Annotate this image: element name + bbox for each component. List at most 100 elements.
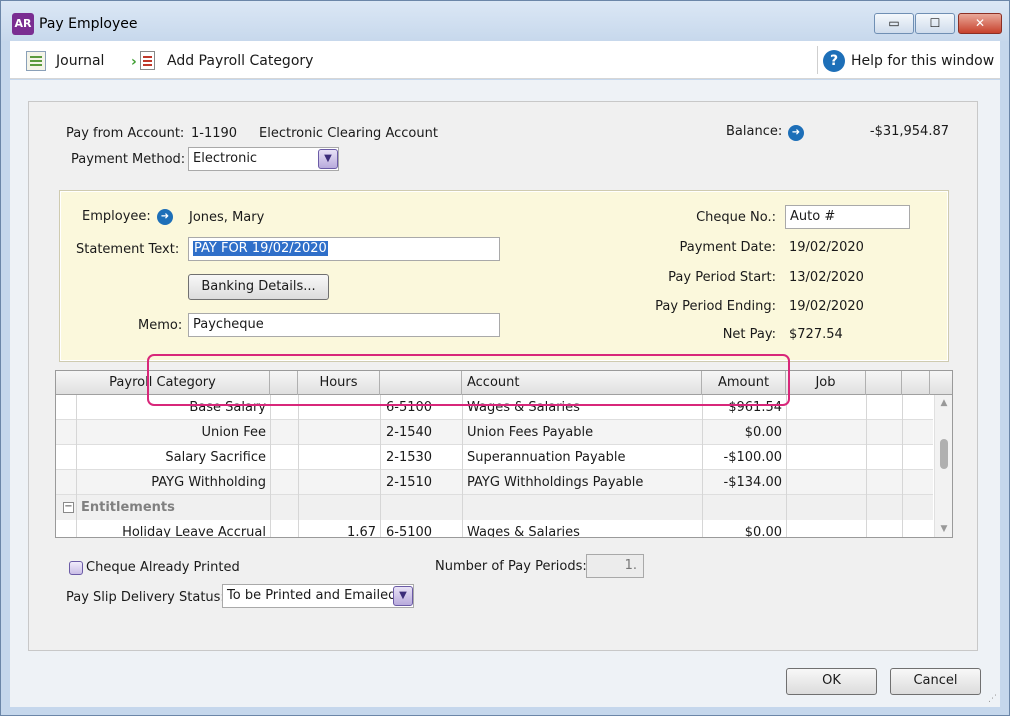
pay-slip-delivery-dropdown-icon[interactable]: ▼ bbox=[393, 586, 413, 606]
help-label: Help for this window bbox=[851, 53, 995, 69]
grid-header: Payroll Category Hours Account Amount Jo… bbox=[56, 371, 952, 395]
toolbar: Journal › Add Payroll Category ? Help fo… bbox=[10, 41, 1000, 79]
banking-details-button[interactable]: Banking Details... bbox=[188, 274, 329, 300]
cheque-number-field[interactable]: Auto # bbox=[785, 205, 910, 229]
payment-date-value[interactable]: 19/02/2020 bbox=[789, 240, 864, 255]
memo-field[interactable]: Paycheque bbox=[188, 313, 500, 337]
statement-text-value: PAY FOR 19/02/2020 bbox=[193, 241, 328, 256]
number-of-pay-periods-value: 1. bbox=[624, 558, 637, 573]
ok-button[interactable]: OK bbox=[786, 668, 877, 695]
add-category-icon: › bbox=[131, 51, 157, 71]
payment-date-label: Payment Date: bbox=[679, 240, 777, 255]
row-amount: -$134.00 bbox=[723, 475, 782, 490]
employee-details-icon[interactable]: ➜ bbox=[157, 209, 173, 225]
row-account-number: 6-5100 bbox=[386, 400, 433, 415]
journal-button[interactable]: Journal bbox=[26, 50, 104, 72]
content-area: Pay from Account: 1-1190 Electronic Clea… bbox=[10, 80, 1000, 707]
grid-scrollbar[interactable]: ▲ ▼ bbox=[934, 395, 952, 537]
header-blank-1 bbox=[270, 371, 298, 395]
window-title: Pay Employee bbox=[39, 16, 138, 32]
payment-method-select[interactable]: Electronic bbox=[188, 147, 339, 171]
dialog-footer: OK Cancel ⋰ bbox=[10, 656, 1000, 707]
memo-label: Memo: bbox=[138, 318, 183, 333]
header-blank-2 bbox=[866, 371, 902, 395]
maximize-button[interactable]: ☐ bbox=[915, 13, 955, 34]
row-hours bbox=[298, 445, 376, 470]
pay-from-account-label: Pay from Account: bbox=[66, 126, 185, 141]
payment-method-dropdown-icon[interactable]: ▼ bbox=[318, 149, 338, 169]
row-category: Salary Sacrifice bbox=[165, 450, 266, 465]
row-account: Union Fees Payable bbox=[467, 425, 594, 440]
row-hours bbox=[298, 395, 376, 420]
net-pay-value: $727.54 bbox=[789, 327, 843, 342]
row-hours bbox=[298, 420, 376, 445]
grid-line bbox=[298, 395, 299, 537]
pay-slip-delivery-label: Pay Slip Delivery Status: bbox=[66, 590, 225, 605]
pay-period-ending-value[interactable]: 19/02/2020 bbox=[789, 299, 864, 314]
pay-period-ending-label: Pay Period Ending: bbox=[655, 299, 776, 314]
grid-line bbox=[902, 395, 903, 537]
balance-details-icon[interactable]: ➜ bbox=[788, 125, 804, 141]
row-category: Base Salary bbox=[189, 400, 266, 415]
header-job[interactable]: Job bbox=[786, 371, 866, 395]
help-icon: ? bbox=[823, 50, 845, 72]
header-account-number bbox=[380, 371, 462, 395]
resize-grip-icon[interactable]: ⋰ bbox=[988, 694, 997, 704]
table-row[interactable]: Holiday Leave Accrual 1.67 6-5100 Wages … bbox=[56, 520, 933, 538]
journal-icon bbox=[26, 51, 46, 71]
number-of-pay-periods-label: Number of Pay Periods: bbox=[435, 559, 587, 574]
table-row[interactable]: Base Salary 6-5100 Wages & Salaries $961… bbox=[56, 395, 933, 420]
header-account[interactable]: Account bbox=[462, 371, 702, 395]
grid-line bbox=[270, 395, 271, 537]
grid-line bbox=[462, 395, 463, 537]
row-amount: -$100.00 bbox=[723, 450, 782, 465]
employee-label: Employee: bbox=[82, 209, 151, 224]
scroll-down-icon[interactable]: ▼ bbox=[935, 521, 952, 537]
entitlements-section-row[interactable]: − Entitlements bbox=[56, 495, 933, 520]
row-account-number: 2-1510 bbox=[386, 475, 433, 490]
statement-text-label: Statement Text: bbox=[76, 242, 180, 257]
header-hours[interactable]: Hours bbox=[298, 371, 380, 395]
cheque-already-printed-label: Cheque Already Printed bbox=[86, 560, 240, 575]
pay-slip-delivery-value: To be Printed and Emailed bbox=[227, 588, 397, 603]
row-account-number: 2-1530 bbox=[386, 450, 433, 465]
close-button[interactable]: ✕ bbox=[958, 13, 1002, 34]
row-account: Superannuation Payable bbox=[467, 450, 626, 465]
cheque-number-value: Auto # bbox=[790, 209, 836, 224]
main-panel: Pay from Account: 1-1190 Electronic Clea… bbox=[28, 101, 978, 651]
row-category: PAYG Withholding bbox=[151, 475, 266, 490]
scroll-up-icon[interactable]: ▲ bbox=[935, 395, 952, 411]
toolbar-divider bbox=[817, 46, 818, 74]
add-payroll-category-button[interactable]: › Add Payroll Category bbox=[131, 50, 313, 72]
net-pay-label: Net Pay: bbox=[722, 327, 776, 342]
entitlements-section-label: Entitlements bbox=[81, 500, 175, 515]
pay-employee-window: AR Pay Employee ▭ ☐ ✕ Journal › Add Payr… bbox=[0, 0, 1010, 716]
number-of-pay-periods-field[interactable]: 1. bbox=[586, 554, 644, 578]
header-blank-3 bbox=[902, 371, 930, 395]
scroll-thumb[interactable] bbox=[940, 439, 948, 469]
memo-value: Paycheque bbox=[193, 317, 264, 332]
statement-text-field[interactable]: PAY FOR 19/02/2020 bbox=[188, 237, 500, 261]
table-row[interactable]: PAYG Withholding 2-1510 PAYG Withholding… bbox=[56, 470, 933, 495]
pay-slip-delivery-select[interactable]: To be Printed and Emailed bbox=[222, 584, 414, 608]
table-row[interactable]: Union Fee 2-1540 Union Fees Payable $0.0… bbox=[56, 420, 933, 445]
header-payroll-category[interactable]: Payroll Category bbox=[56, 371, 270, 395]
row-amount: $961.54 bbox=[728, 400, 782, 415]
cheque-already-printed-checkbox[interactable] bbox=[69, 561, 83, 575]
row-account: Wages & Salaries bbox=[467, 400, 580, 415]
help-button[interactable]: ? Help for this window bbox=[823, 50, 994, 72]
collapse-section-icon[interactable]: − bbox=[63, 502, 74, 513]
minimize-button[interactable]: ▭ bbox=[874, 13, 914, 34]
app-logo-icon: AR bbox=[12, 13, 34, 35]
row-account-number: 6-5100 bbox=[386, 525, 433, 538]
row-category: Holiday Leave Accrual bbox=[122, 525, 266, 538]
header-amount[interactable]: Amount bbox=[702, 371, 786, 395]
balance-value: -$31,954.87 bbox=[869, 124, 949, 139]
title-bar: AR Pay Employee ▭ ☐ ✕ bbox=[1, 1, 1009, 41]
grid-line bbox=[866, 395, 867, 537]
row-account: Wages & Salaries bbox=[467, 525, 580, 538]
cancel-button[interactable]: Cancel bbox=[890, 668, 981, 695]
grid-line bbox=[380, 395, 381, 537]
pay-period-start-value[interactable]: 13/02/2020 bbox=[789, 270, 864, 285]
table-row[interactable]: Salary Sacrifice 2-1530 Superannuation P… bbox=[56, 445, 933, 470]
